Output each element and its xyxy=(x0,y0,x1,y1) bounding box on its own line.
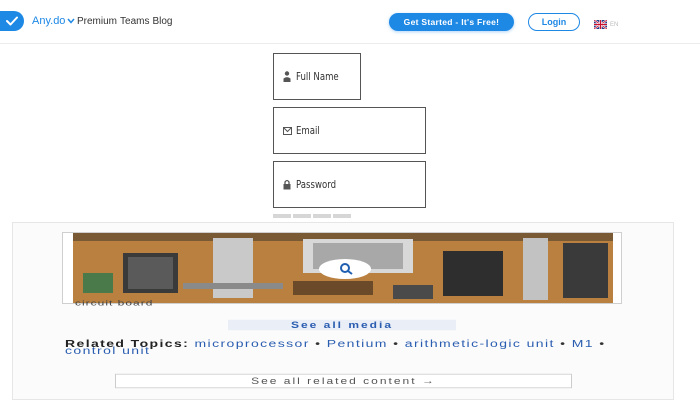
image-caption: circuit board xyxy=(75,299,154,308)
full-name-placeholder: Full Name xyxy=(296,70,339,83)
language-code: EN xyxy=(610,22,619,28)
language-selector[interactable]: EN xyxy=(593,16,619,34)
circuit-board-image[interactable] xyxy=(62,232,622,304)
separator: • xyxy=(599,337,606,350)
chevron-down-icon xyxy=(67,16,76,26)
see-all-media-button[interactable]: See all media xyxy=(228,319,456,331)
nav-premium[interactable]: Premium xyxy=(77,16,117,27)
login-button[interactable]: Login xyxy=(528,13,580,31)
nav-teams[interactable]: Teams xyxy=(120,16,149,27)
full-name-field[interactable]: Full Name xyxy=(273,53,361,100)
brand-name: Any.do xyxy=(32,15,66,27)
separator: • xyxy=(315,337,322,350)
related-link[interactable]: microprocessor xyxy=(195,338,310,349)
envelope-icon xyxy=(278,126,296,135)
logo-checkmark-icon[interactable] xyxy=(0,11,24,31)
nav-links: Premium Teams Blog xyxy=(77,16,172,27)
strength-segment xyxy=(313,214,331,218)
strength-segment xyxy=(273,214,291,218)
strength-segment xyxy=(333,214,351,218)
related-link[interactable]: Pentium xyxy=(327,338,388,349)
see-all-related-button[interactable]: See all related content → xyxy=(115,373,572,389)
password-strength-meter xyxy=(273,214,351,218)
get-started-button[interactable]: Get Started - It's Free! xyxy=(389,13,514,31)
zoom-icon[interactable] xyxy=(319,259,371,279)
uk-flag-icon xyxy=(593,16,608,34)
page: Any.do Premium Teams Blog Get Started - … xyxy=(0,0,700,400)
password-field[interactable]: Password xyxy=(273,161,426,208)
nav-blog[interactable]: Blog xyxy=(152,16,172,27)
circuit-board-photo xyxy=(73,233,613,303)
separator: • xyxy=(393,337,400,350)
lock-icon xyxy=(278,179,296,190)
related-link[interactable]: arithmetic-logic unit xyxy=(405,338,555,349)
person-icon xyxy=(278,71,296,82)
email-field[interactable]: Email xyxy=(273,107,426,154)
related-link[interactable]: control unit xyxy=(65,345,150,356)
related-link[interactable]: M1 xyxy=(572,338,594,349)
related-topics: Related Topics: microprocessor • Pentium… xyxy=(65,337,625,356)
email-placeholder: Email xyxy=(296,124,320,137)
strength-segment xyxy=(293,214,311,218)
separator: • xyxy=(560,337,567,350)
password-placeholder: Password xyxy=(296,178,337,191)
brand-dropdown[interactable]: Any.do xyxy=(32,15,76,27)
top-navbar: Any.do Premium Teams Blog Get Started - … xyxy=(0,0,700,44)
